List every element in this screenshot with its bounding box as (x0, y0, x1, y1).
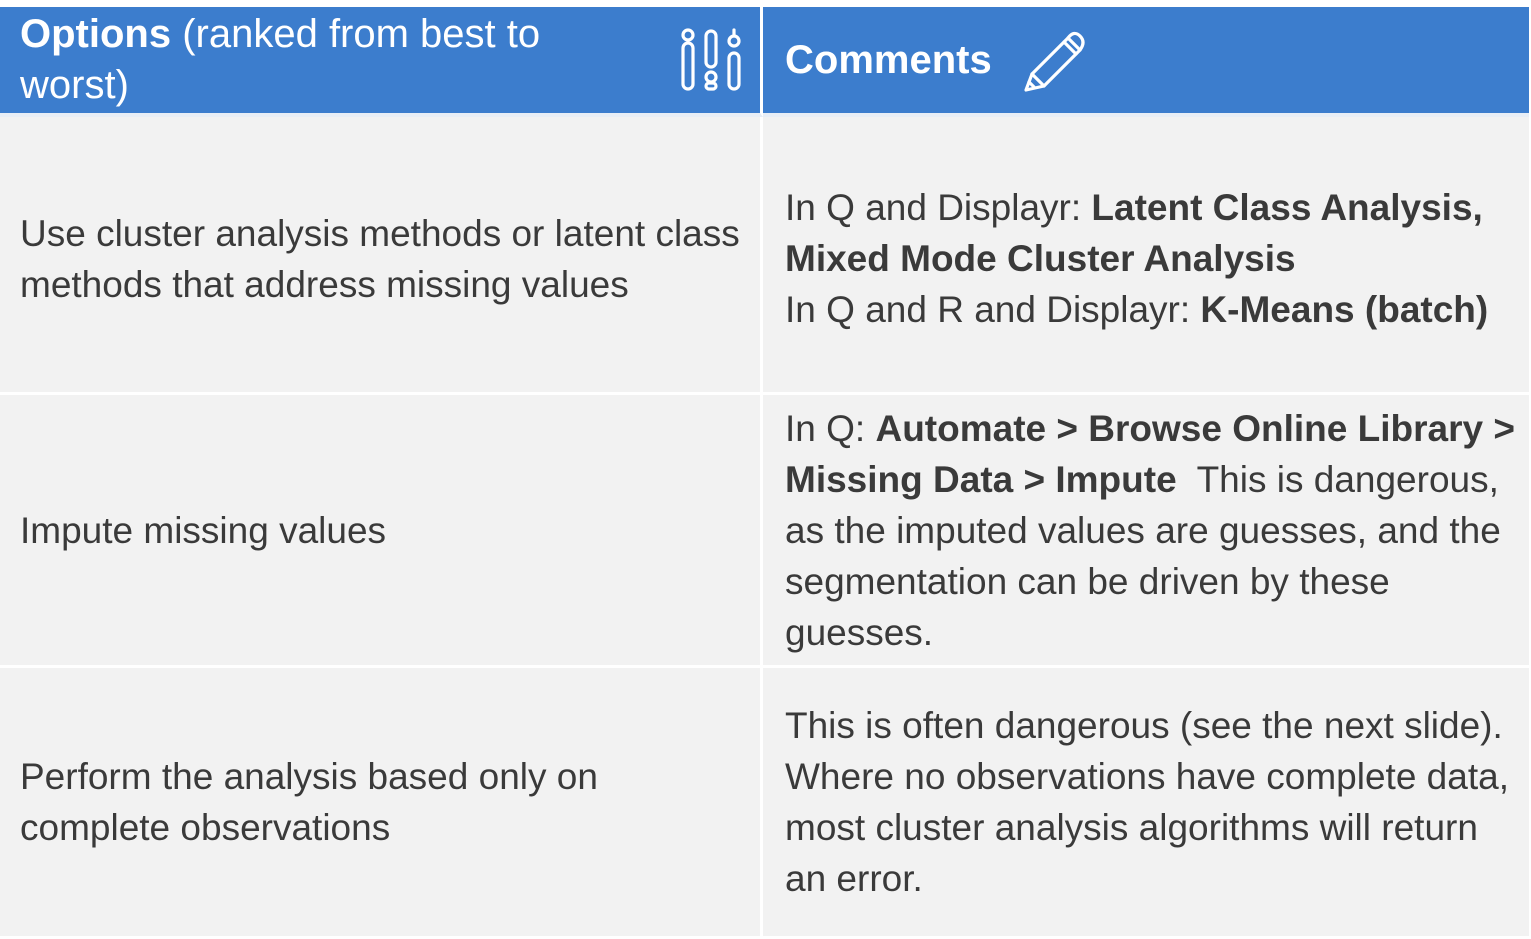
options-header: Options (ranked from best to worst) (0, 7, 763, 117)
comment-2-prefix: In Q: (785, 407, 876, 449)
comments-header-label: Comments (785, 37, 992, 82)
comment-cell-3: This is often dangerous (see the next sl… (763, 668, 1529, 939)
options-header-bold: Options (20, 12, 172, 56)
comment-text-1: In Q and Displayr: Latent Class Analysis… (785, 182, 1515, 335)
comment-cell-1: In Q and Displayr: Latent Class Analysis… (763, 117, 1529, 395)
comment-1-line1-prefix: In Q and Displayr: (785, 187, 1092, 228)
comment-1-line2-prefix: In Q and R and Displayr: (785, 289, 1201, 330)
options-header-label: Options (ranked from best to worst) (20, 9, 654, 111)
option-cell-2: Impute missing values (0, 395, 763, 668)
comment-1-line2-bold: K-Means (batch) (1200, 289, 1489, 330)
options-table: Options (ranked from best to worst) Comm… (0, 7, 1529, 939)
comment-text-2: In Q: Automate > Browse Online Library >… (785, 403, 1515, 658)
comment-text-3: This is often dangerous (see the next sl… (785, 705, 1509, 899)
pencil-icon (1018, 24, 1090, 96)
sliders-icon (680, 27, 742, 93)
comments-header: Comments (763, 7, 1529, 117)
option-cell-3: Perform the analysis based only on compl… (0, 668, 763, 939)
option-text-1: Use cluster analysis methods or latent c… (20, 212, 740, 305)
option-text-2: Impute missing values (20, 509, 387, 551)
comment-cell-2: In Q: Automate > Browse Online Library >… (763, 395, 1529, 668)
option-text-3: Perform the analysis based only on compl… (20, 756, 598, 848)
option-cell-1: Use cluster analysis methods or latent c… (0, 117, 763, 395)
